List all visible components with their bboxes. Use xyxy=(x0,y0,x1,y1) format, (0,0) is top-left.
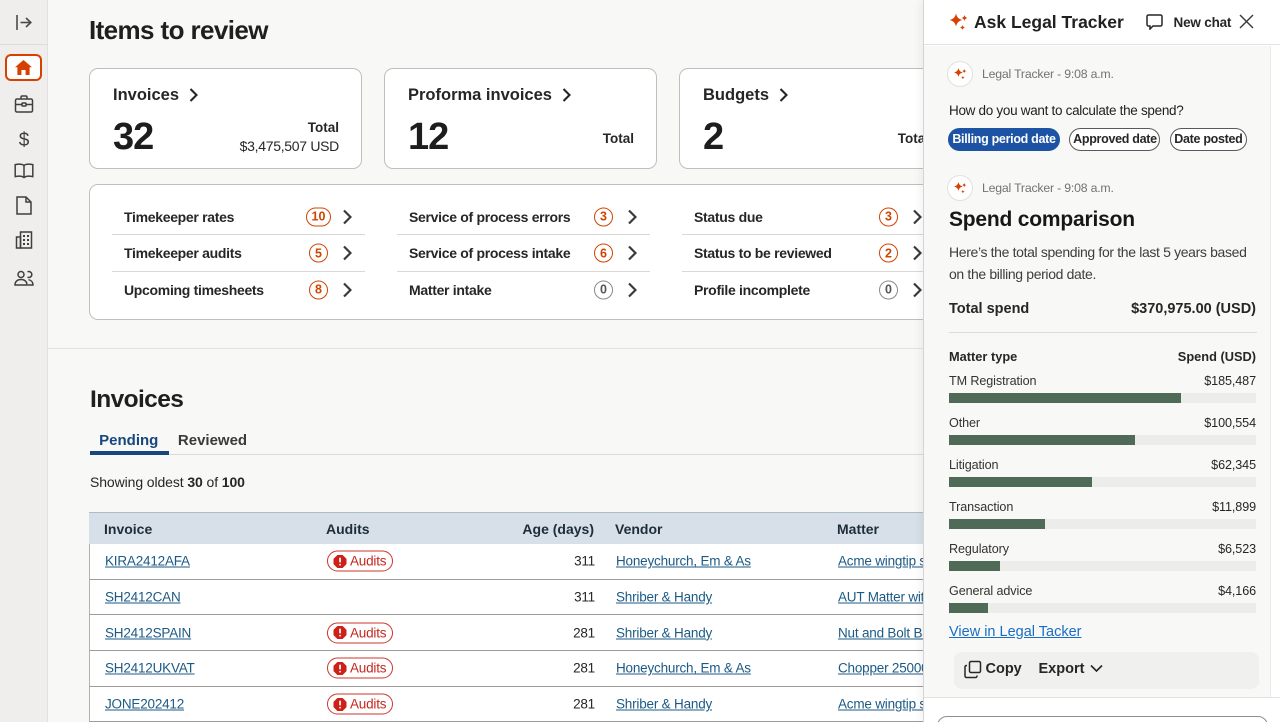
svg-text:$: $ xyxy=(18,130,29,150)
